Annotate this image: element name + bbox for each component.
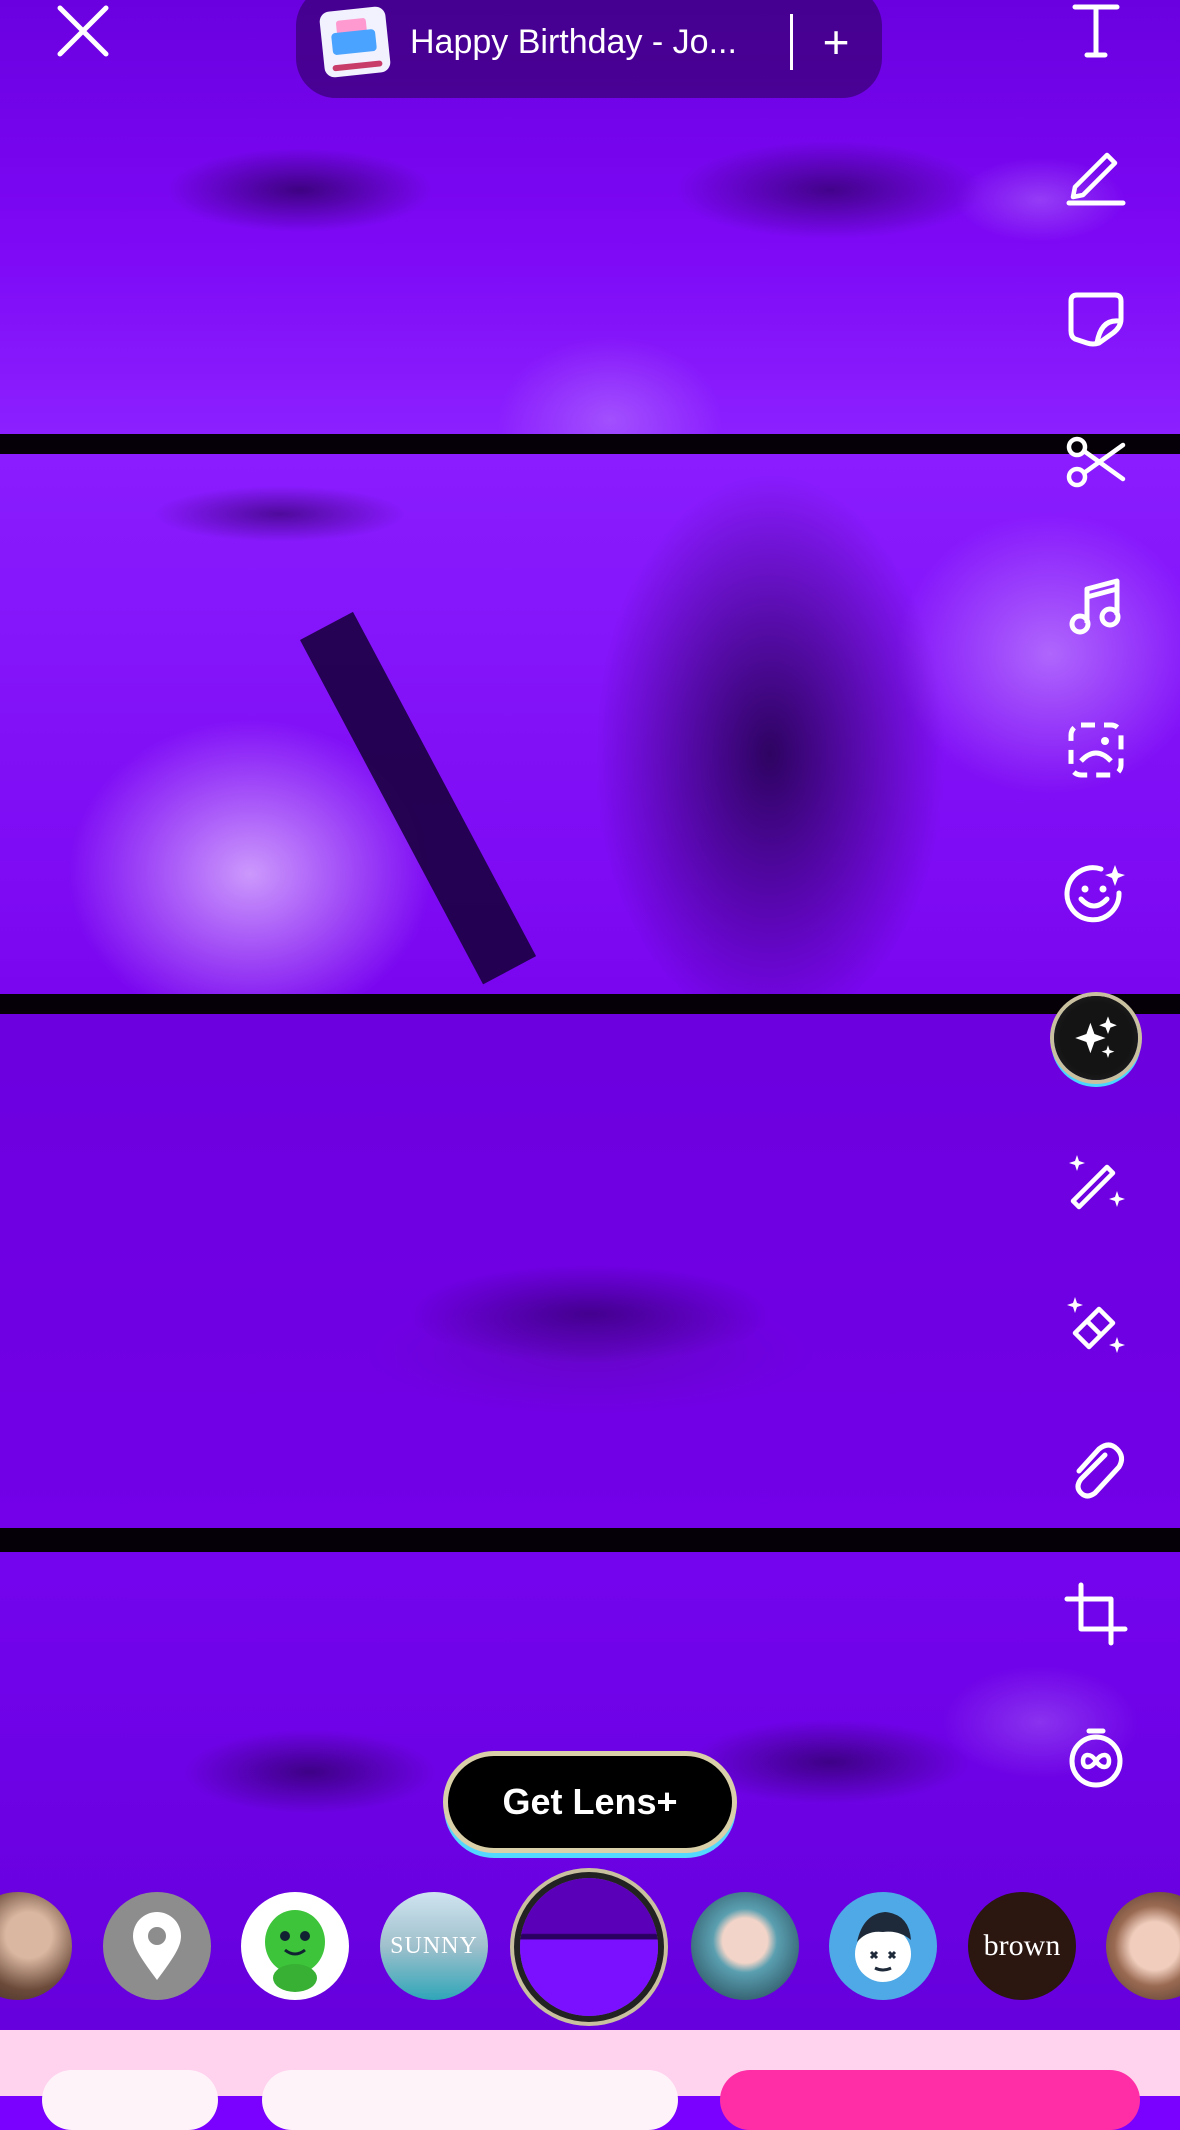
music-tool-button[interactable] (1054, 564, 1138, 648)
scissors-icon (1066, 436, 1126, 488)
lens-green-mascot[interactable] (241, 1892, 349, 2000)
magic-eraser-icon (1067, 1297, 1125, 1353)
lenses-tool-button[interactable] (1054, 852, 1138, 936)
photo-strip-lips (0, 1014, 1180, 1528)
attach-link-button[interactable] (1054, 1428, 1138, 1512)
sticker-tool-button[interactable] (1054, 276, 1138, 360)
ai-sparkle-icon (1075, 1016, 1117, 1058)
song-title: Happy Birthday - Jo... (410, 22, 737, 61)
music-pill[interactable]: Happy Birthday - Jo... + (296, 0, 882, 98)
album-art (318, 5, 392, 79)
lens-woman-portrait[interactable] (691, 1892, 799, 2000)
lens-carousel: SUNNY brown (0, 1878, 1180, 2016)
paperclip-icon (1075, 1442, 1125, 1499)
send-button[interactable] (720, 2070, 1140, 2130)
scan-tool-button[interactable] (1054, 708, 1138, 792)
lens-sunny[interactable]: SUNNY (380, 1892, 488, 2000)
scan-icon (1068, 722, 1124, 778)
bottom-pill-left[interactable] (42, 2070, 218, 2130)
mascot-icon (265, 1910, 325, 1992)
location-pin-icon (133, 1912, 181, 1980)
close-icon (57, 5, 109, 57)
lens-selected-preview[interactable] (520, 1878, 658, 2016)
crop-button[interactable] (1054, 1572, 1138, 1656)
sticker-icon (1068, 292, 1124, 347)
crop-icon (1064, 1582, 1128, 1646)
strip-divider (0, 434, 1180, 454)
magic-wand-button[interactable] (1054, 1140, 1138, 1224)
strip-divider (0, 994, 1180, 1014)
draw-tool-button[interactable] (1054, 132, 1138, 216)
lens-location[interactable] (103, 1892, 211, 2000)
bottom-action-bar (0, 2030, 1180, 2130)
snap-photo (0, 0, 1180, 2030)
timer-loop-icon (1069, 1728, 1123, 1788)
magic-wand-icon (1069, 1155, 1125, 1210)
cartoon-boy-icon (855, 1912, 911, 1982)
lens-cartoon-boy[interactable] (829, 1892, 937, 2000)
strip-divider (0, 1528, 1180, 1552)
bottom-pill-middle[interactable] (262, 2070, 678, 2130)
pill-divider (790, 14, 793, 70)
face-sparkle-icon (1064, 865, 1125, 923)
text-tool-button[interactable] (1054, 0, 1138, 72)
scissors-tool-button[interactable] (1054, 420, 1138, 504)
photo-strip-chin (0, 454, 1180, 994)
add-song-button[interactable]: + (811, 15, 861, 69)
pencil-icon (1066, 152, 1126, 206)
lens-brown[interactable]: brown (968, 1892, 1076, 2000)
text-icon (1072, 4, 1120, 58)
lens-bearded-man[interactable] (0, 1892, 72, 2000)
close-button[interactable] (50, 0, 116, 66)
timer-button[interactable] (1054, 1716, 1138, 1800)
music-note-icon (1069, 578, 1121, 635)
magic-eraser-button[interactable] (1054, 1284, 1138, 1368)
get-lens-plus-button[interactable]: Get Lens+ (448, 1756, 732, 1848)
ai-magic-button[interactable] (1054, 996, 1138, 1080)
lens-woman-face[interactable] (1106, 1892, 1180, 2000)
